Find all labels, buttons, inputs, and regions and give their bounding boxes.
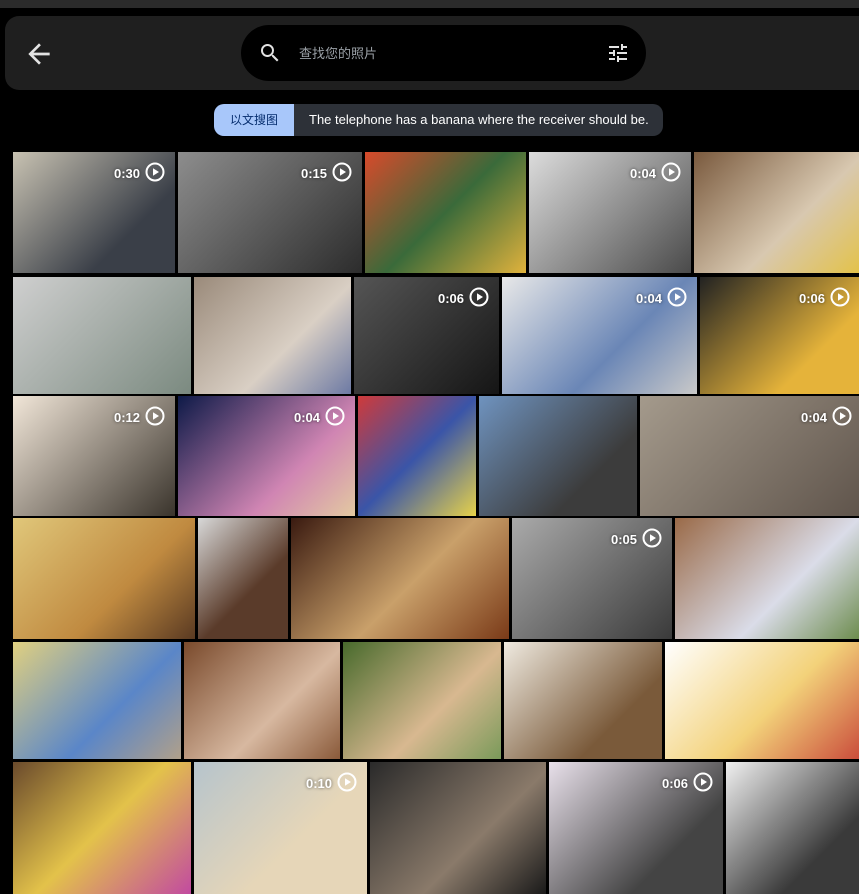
back-button[interactable] [23,38,55,70]
play-circle-icon [464,287,489,310]
duration-label: 0:12 [113,410,140,425]
photo-thumbnail[interactable] [726,762,859,894]
photo-thumbnail[interactable] [370,762,546,894]
duration-label: 0:10 [305,776,332,791]
search-icon [261,44,279,62]
video-duration-badge: 0:04 [294,406,345,429]
play-circle-icon [662,287,687,310]
photo-thumbnail[interactable] [479,396,637,516]
video-thumbnail[interactable]: 0:30 [13,152,175,273]
duration-label: 0:04 [629,166,656,181]
arrow-back-icon [28,43,50,65]
video-thumbnail[interactable]: 0:06 [700,277,859,394]
video-thumbnail[interactable]: 0:10 [194,762,367,894]
video-duration-badge: 0:06 [799,287,850,310]
photo-thumbnail[interactable] [291,518,509,639]
video-duration-badge: 0:06 [662,772,713,795]
video-thumbnail[interactable]: 0:06 [354,277,499,394]
play-circle-icon [140,406,165,429]
duration-label: 0:06 [437,291,464,306]
video-duration-badge: 0:05 [611,528,662,551]
results-row: 0:12 0:04 0:04 [13,396,859,516]
duration-label: 0:06 [661,776,688,791]
results-row: 0:30 0:15 0:04 [13,152,859,273]
photo-thumbnail[interactable] [365,152,526,273]
video-duration-badge: 0:04 [636,287,687,310]
video-duration-badge: 0:06 [438,287,489,310]
photo-thumbnail[interactable] [343,642,501,759]
video-thumbnail[interactable]: 0:04 [178,396,355,516]
duration-label: 0:05 [610,532,637,547]
play-circle-icon [656,162,681,185]
search-header [5,16,859,90]
video-thumbnail[interactable]: 0:15 [178,152,362,273]
play-circle-icon [332,772,357,795]
search-input[interactable] [297,39,591,69]
duration-label: 0:04 [635,291,662,306]
duration-label: 0:15 [300,166,327,181]
search-mode-chip[interactable]: 以文搜图 [214,104,294,136]
video-thumbnail[interactable]: 0:04 [529,152,691,273]
photo-thumbnail[interactable] [13,642,181,759]
photo-thumbnail[interactable] [504,642,662,759]
photo-thumbnail[interactable] [675,518,859,639]
results-row: 0:05 [13,518,859,639]
play-circle-icon [688,772,713,795]
window-top-strip [0,0,859,8]
query-text-chip[interactable]: The telephone has a banana where the rec… [294,104,663,136]
play-circle-icon [320,406,345,429]
photo-thumbnail[interactable] [198,518,288,639]
video-duration-badge: 0:30 [114,162,165,185]
results-row: 0:10 0:06 [13,762,859,894]
duration-label: 0:30 [113,166,140,181]
search-bar [241,25,646,81]
photo-thumbnail[interactable] [665,642,859,759]
results-row: 0:06 0:04 0:06 [13,277,859,394]
play-circle-icon [637,528,662,551]
video-thumbnail[interactable]: 0:04 [502,277,697,394]
photo-thumbnail[interactable] [358,396,476,516]
video-thumbnail[interactable]: 0:05 [512,518,672,639]
video-thumbnail[interactable]: 0:06 [549,762,723,894]
photo-thumbnail[interactable] [13,518,195,639]
video-duration-badge: 0:04 [801,406,852,429]
duration-label: 0:06 [798,291,825,306]
video-duration-badge: 0:15 [301,162,352,185]
play-circle-icon [327,162,352,185]
video-duration-badge: 0:04 [630,162,681,185]
photo-thumbnail[interactable] [184,642,340,759]
photo-thumbnail[interactable] [194,277,351,394]
video-duration-badge: 0:12 [114,406,165,429]
tune-icon[interactable] [606,41,630,65]
video-duration-badge: 0:10 [306,772,357,795]
duration-label: 0:04 [293,410,320,425]
video-thumbnail[interactable]: 0:12 [13,396,175,516]
play-circle-icon [825,287,850,310]
photo-thumbnail[interactable] [13,762,191,894]
play-circle-icon [140,162,165,185]
photo-thumbnail[interactable] [694,152,859,273]
duration-label: 0:04 [800,410,827,425]
video-thumbnail[interactable]: 0:04 [640,396,859,516]
photo-thumbnail[interactable] [13,277,191,394]
results-row [13,642,859,759]
query-chip-row: 以文搜图 The telephone has a banana where th… [214,104,663,136]
play-circle-icon [827,406,852,429]
